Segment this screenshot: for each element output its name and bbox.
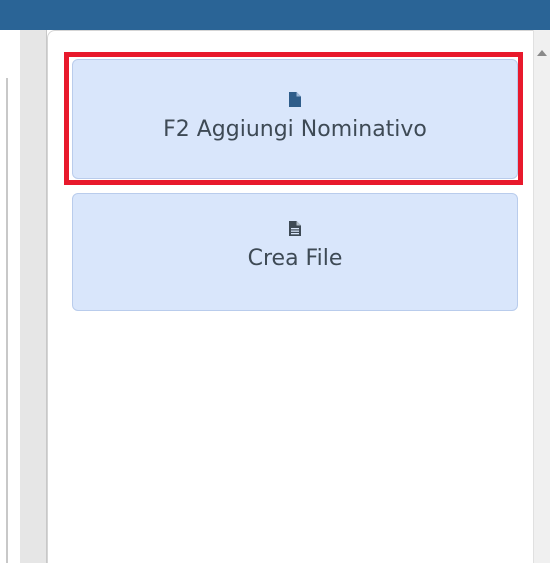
app-header-bar [0, 0, 550, 30]
file-icon [289, 92, 301, 107]
add-nominativo-label: F2 Aggiungi Nominativo [163, 117, 427, 142]
file-text-icon [289, 221, 301, 236]
left-edge [0, 30, 20, 563]
add-nominativo-button[interactable]: F2 Aggiungi Nominativo [72, 59, 518, 179]
scroll-up-arrow-icon[interactable] [537, 50, 547, 56]
left-frame [20, 30, 47, 563]
create-file-label: Crea File [247, 246, 343, 271]
left-divider [6, 78, 8, 563]
create-file-button[interactable]: Crea File [72, 193, 518, 311]
vertical-scrollbar[interactable] [533, 30, 550, 563]
